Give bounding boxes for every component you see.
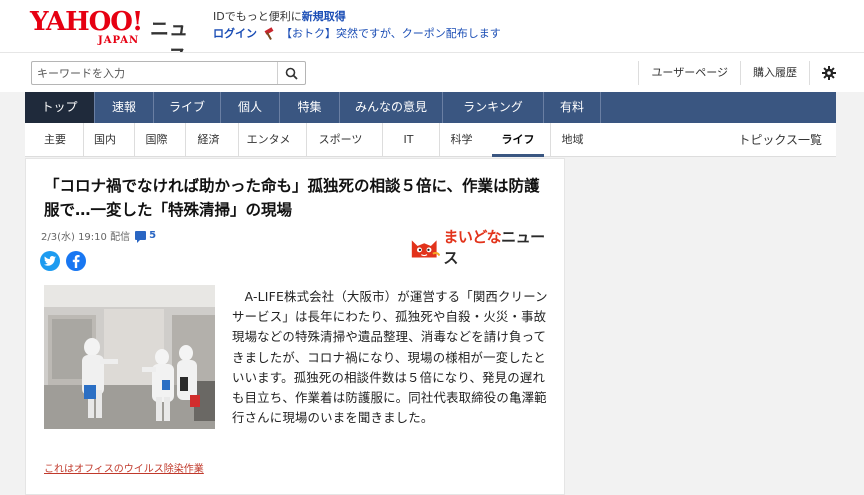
main-nav: トップ 速報 ライブ 個人 特集 みんなの意見 ランキング 有料 [25,92,836,123]
article-body: A-LIFE株式会社（大阪市）が運営する「関西クリーンサービス」は長年にわたり、… [232,289,548,426]
nav-item-top[interactable]: トップ [25,92,95,123]
promo-prefix: IDでもっと便利に [213,10,302,23]
article-title: 「コロナ禍でなければ助かった命も」孤独死の相談５倍に、作業は防護服で…一変した「… [44,177,540,219]
search-input[interactable] [32,62,276,84]
tab-regional[interactable]: 地域 [550,123,594,157]
tab-economy[interactable]: 経済 [185,123,231,157]
article-card: 「コロナ禍でなければ助かった命も」孤独死の相談５倍に、作業は防護服で…一変した「… [25,158,565,495]
header: YAHOO! JAPAN ニュース IDでもっと便利に新規取得 ログイン 【おト… [0,0,864,67]
cat-mascot-icon [411,240,441,258]
coupon-link[interactable]: 【おトク】突然ですが、クーポン配布します [281,26,501,42]
gear-icon [822,66,836,80]
topics-list-link[interactable]: トピックス一覧 [738,123,822,157]
share-buttons [40,251,86,271]
tab-sports[interactable]: スポーツ [306,123,374,157]
tab-entertainment[interactable]: エンタメ [238,123,298,157]
login-link[interactable]: ログイン [213,26,257,42]
register-link[interactable]: 新規取得 [302,10,346,23]
auction-hammer-icon [263,28,275,40]
tab-life[interactable]: ライフ [492,123,544,157]
article-photo[interactable] [44,285,215,429]
nav-item-features[interactable]: 特集 [280,92,340,123]
logo-yahoo: YAHOO! [30,7,143,37]
photo-caption-link[interactable]: これはオフィスのウイルス除染作業 [44,460,204,475]
nav-item-paid[interactable]: 有料 [544,92,601,123]
publish-date: 2/3(水) 19:10 配信 [41,232,131,243]
nav-item-live[interactable]: ライブ [154,92,221,123]
publisher-name: まいどなニュース [443,226,553,268]
publisher-name-part1: まいどな [443,228,502,246]
publisher-logo[interactable]: まいどなニュース [408,228,553,267]
promo-line1: IDでもっと便利に新規取得 [213,9,501,25]
nav-item-breaking[interactable]: 速報 [95,92,154,123]
comment-count: 5 [149,230,157,241]
tab-international[interactable]: 国際 [134,123,178,157]
tab-it[interactable]: IT [382,123,434,157]
nav-item-ranking[interactable]: ランキング [443,92,544,123]
user-page-link[interactable]: ユーザーページ [638,61,740,85]
right-column [568,158,864,495]
user-utilities: ユーザーページ 購入履歴 [638,61,836,85]
logo-japan: JAPAN [98,35,140,46]
category-nav: 主要 国内 国際 経済 エンタメ スポーツ IT 科学 ライフ 地域 トピックス… [25,123,836,157]
search-box [31,61,306,85]
twitter-share-button[interactable] [40,251,60,271]
facebook-share-button[interactable] [66,251,86,271]
yahoo-news-logo[interactable]: YAHOO! JAPAN ニュース [30,7,205,67]
tab-main[interactable]: 主要 [35,123,75,157]
promo-area: IDでもっと便利に新規取得 ログイン 【おトク】突然ですが、クーポン配布します [213,9,501,42]
photo-illustration [44,285,215,429]
comment-count-link[interactable]: 5 [135,230,157,243]
nav-item-individual[interactable]: 個人 [221,92,280,123]
search-icon [285,67,298,80]
settings-button[interactable] [809,61,836,85]
search-row: ユーザーページ 購入履歴 [0,52,864,92]
tab-science[interactable]: 科学 [439,123,483,157]
nav-item-opinions[interactable]: みんなの意見 [340,92,443,123]
comment-icon [135,231,147,243]
tab-domestic[interactable]: 国内 [83,123,126,157]
twitter-icon [44,256,56,266]
facebook-icon [72,254,80,268]
promo-line2: ログイン 【おトク】突然ですが、クーポン配布します [213,26,501,42]
article-meta: 2/3(水) 19:10 配信 5 [41,228,156,243]
purchase-history-link[interactable]: 購入履歴 [740,61,809,85]
search-button[interactable] [277,62,305,84]
